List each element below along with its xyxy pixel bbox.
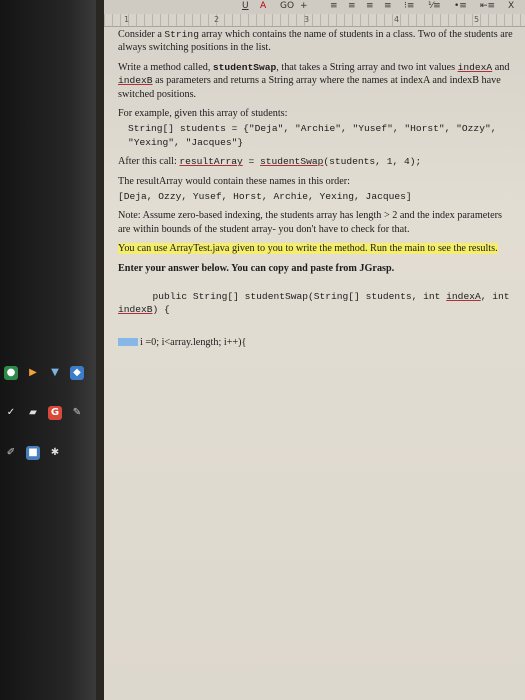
document-body[interactable]: Consider a String array which contains t… [118, 28, 513, 355]
code-result-array: resultArray [179, 156, 243, 168]
bulleted-list-icon[interactable]: •≡ [454, 1, 467, 11]
code-students-array: String[] students = {"Deja", "Archie", "… [128, 123, 503, 148]
edit-icon[interactable]: ✐ [4, 446, 18, 460]
paragraph-loop[interactable]: i =0; i<array.length; i++){ [118, 336, 513, 349]
app-icon[interactable]: ● [4, 366, 18, 380]
code-method-signature: public String[] studentSwap(String[] stu… [118, 290, 516, 315]
ruler-mark: 1 [124, 15, 130, 24]
link-button[interactable]: GO [280, 1, 294, 11]
justify-icon[interactable]: ≡ [384, 1, 392, 11]
play-icon[interactable]: ▶ [26, 366, 40, 380]
insert-button[interactable]: + [300, 1, 308, 11]
desktop-taskbar: ● ▶ ▼ ◆ ✓ ▰ G ✎ ✐ ■ ✱ [0, 0, 96, 700]
code-result-list: [Deja, Ozzy, Yusef, Horst, Archie, Yexin… [118, 191, 412, 203]
chrome-icon[interactable]: G [48, 406, 62, 420]
line-spacing-icon[interactable]: ⁝≡ [404, 1, 414, 11]
paragraph-intro: Consider a String array which contains t… [118, 29, 513, 54]
paragraph-instructions: Enter your answer below. You can copy an… [118, 262, 395, 274]
clear-format-button[interactable]: X [508, 1, 514, 11]
ruler-mark: 4 [394, 15, 400, 24]
search-icon[interactable]: ◆ [70, 366, 84, 380]
settings-icon[interactable]: ✱ [48, 446, 62, 460]
ruler: 1 2 3 4 5 [104, 14, 525, 27]
pen-icon[interactable]: ✎ [70, 406, 84, 420]
param-indexA: indexA [457, 61, 493, 73]
font-color-button[interactable]: A [260, 1, 266, 11]
paragraph-call: After this call: resultArray = studentSw… [118, 156, 422, 168]
indent-icon[interactable]: ⇤≡ [480, 1, 495, 11]
text-cursor [118, 338, 138, 347]
paragraph-note: Note: Assume zero-based indexing, the st… [118, 210, 502, 235]
param-indexB: indexB [118, 75, 153, 87]
formatting-toolbar: U A GO + ≡ ≡ ≡ ≡ ⁝≡ ⅟≡ •≡ ⇤≡ X [104, 0, 525, 15]
app2-icon[interactable]: ■ [26, 446, 40, 460]
align-right-icon[interactable]: ≡ [366, 1, 374, 11]
method-name: studentSwap [212, 61, 277, 73]
paragraph-example: For example, given this array of student… [118, 108, 288, 120]
document-page: U A GO + ≡ ≡ ≡ ≡ ⁝≡ ⅟≡ •≡ ⇤≡ X 1 2 3 4 5… [104, 0, 525, 700]
align-left-icon[interactable]: ≡ [330, 1, 338, 11]
ruler-mark: 5 [474, 15, 480, 24]
bookmark-icon[interactable]: ▼ [48, 366, 62, 380]
numbered-list-icon[interactable]: ⅟≡ [428, 1, 441, 11]
ruler-mark: 2 [214, 15, 220, 24]
code-swap-call: studentSwap [260, 156, 324, 168]
align-center-icon[interactable]: ≡ [348, 1, 356, 11]
highlighted-text: You can use ArrayTest.java given to you … [118, 243, 498, 255]
paragraph-highlighted: You can use ArrayTest.java given to you … [118, 242, 513, 255]
paragraph-task: Write a method called, studentSwap, that… [118, 61, 510, 100]
underline-button[interactable]: U [242, 1, 249, 11]
code-string: String [164, 29, 199, 40]
ruler-mark: 3 [304, 15, 310, 24]
paragraph-result: The resultArray would contain these name… [118, 175, 350, 187]
folder-icon[interactable]: ▰ [26, 406, 40, 420]
check-icon[interactable]: ✓ [4, 406, 18, 420]
